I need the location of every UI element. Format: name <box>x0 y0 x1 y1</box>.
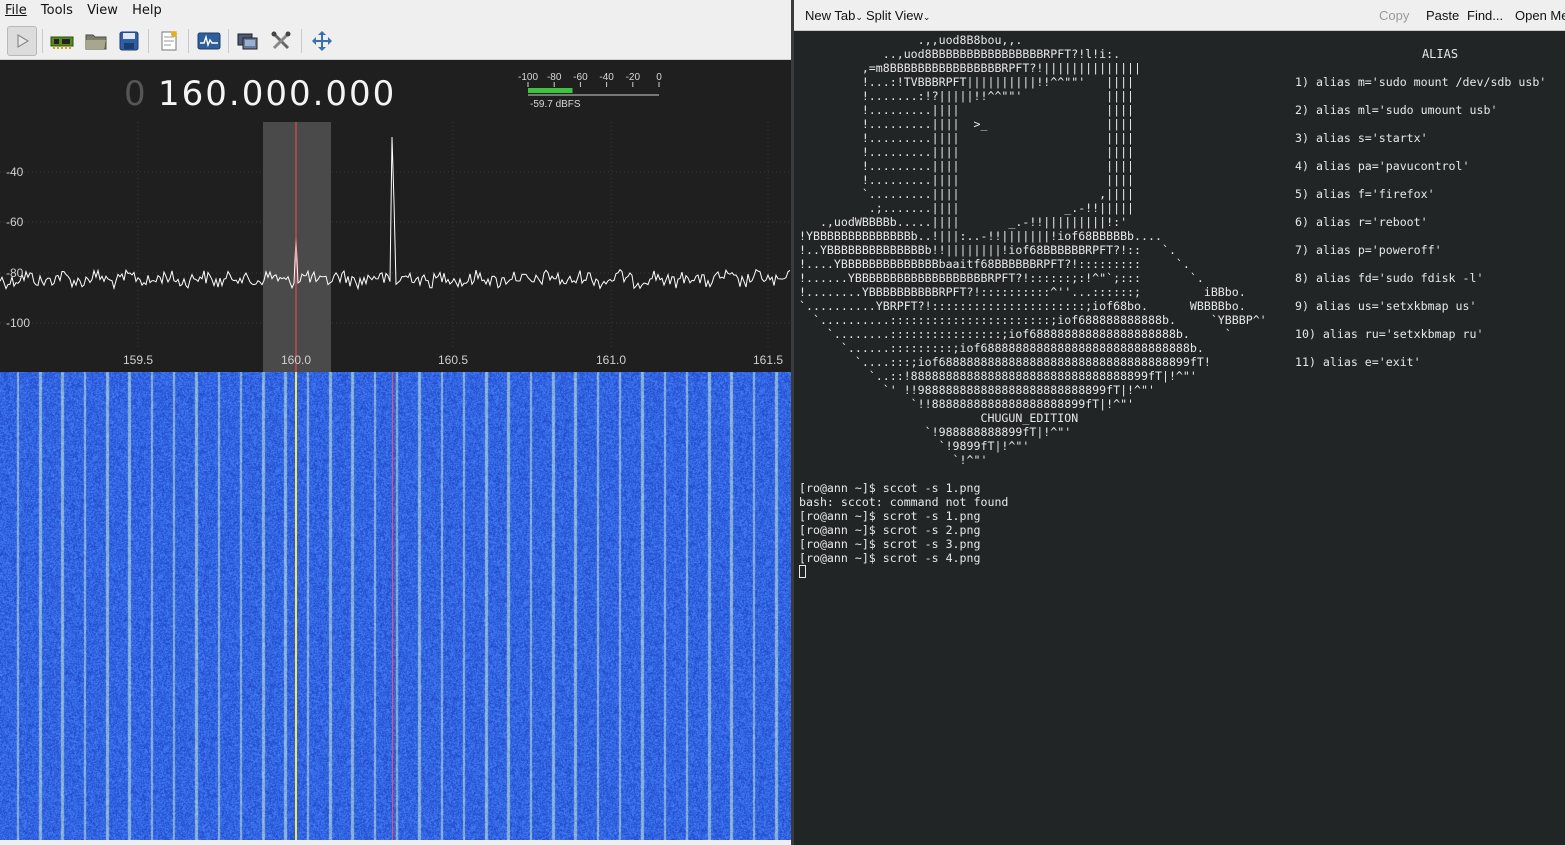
y-tick-label: -60 <box>6 215 24 229</box>
terminal-cursor[interactable] <box>799 565 806 578</box>
x-tick-label: 161.0 <box>596 353 626 367</box>
shell-line: [ro@ann ~]$ scrot -s 2.png <box>799 523 981 537</box>
shell-session[interactable]: [ro@ann ~]$ sccot -s 1.png bash: sccot: … <box>799 481 1008 579</box>
waterfall-marker-line <box>392 372 393 840</box>
paste-button[interactable]: Paste <box>1426 8 1459 23</box>
menu-tools[interactable]: Tools <box>36 0 78 22</box>
y-tick-label: -100 <box>6 316 30 330</box>
x-tick-label: 159.5 <box>123 353 153 367</box>
alias-item: 6) alias r='reboot' <box>1295 215 1428 229</box>
meter-tick-label: -80 <box>547 72 562 83</box>
network-icon[interactable] <box>233 26 263 56</box>
shell-line: bash: sccot: command not found <box>799 495 1009 509</box>
waterfall-display[interactable] <box>0 372 791 840</box>
toolbar <box>0 22 791 60</box>
ascii-art-logo: .,,uod8B8bou,,. ..,uod8BBBBBBBBBBBBBBBBR… <box>799 33 1267 467</box>
filter-passband[interactable] <box>263 122 331 372</box>
split-view-label: Split View <box>866 8 923 23</box>
y-tick-label: -40 <box>6 165 24 179</box>
meter-readout: -59.7 dBFS <box>530 99 581 110</box>
terminal-window: New Tab⌄ Split View⌄ Copy Paste Find... … <box>791 0 1565 845</box>
alias-item: 8) alias fd='sudo fdisk -l' <box>1295 271 1484 285</box>
meter-level-bar <box>528 88 573 93</box>
split-view-button[interactable]: Split View⌄ <box>866 8 930 23</box>
shell-line: [ro@ann ~]$ scrot -s 3.png <box>799 537 981 551</box>
alias-list: ALIAS 1) alias m='sudo mount /dev/sdb us… <box>1295 47 1565 383</box>
meter-tick-label: 0 <box>656 72 662 83</box>
y-tick-label: -80 <box>6 266 24 280</box>
x-tick-label: 160.0 <box>281 353 311 367</box>
copy-button[interactable]: Copy <box>1379 8 1409 23</box>
terminal-output[interactable]: .,,uod8B8bou,,. ..,uod8BBBBBBBBBBBBBBBBR… <box>799 33 1564 845</box>
x-tick-label: 161.5 <box>753 353 783 367</box>
alias-title: ALIAS <box>1421 47 1459 61</box>
terminal-toolbar: New Tab⌄ Split View⌄ Copy Paste Find... … <box>794 0 1565 31</box>
alias-item: 9) alias us='setxkbmap us' <box>1295 299 1477 313</box>
alias-item: 1) alias m='sudo mount /dev/sdb usb' <box>1295 75 1547 89</box>
find-button[interactable]: Find... <box>1467 8 1503 23</box>
folder-open-icon[interactable] <box>81 26 111 56</box>
alias-item: 7) alias p='poweroff' <box>1295 243 1442 257</box>
save-icon[interactable] <box>114 26 144 56</box>
alias-item: 5) alias f='firefox' <box>1295 187 1435 201</box>
menu-file[interactable]: File <box>0 0 32 22</box>
new-tab-label: New Tab <box>805 8 856 23</box>
tools-icon[interactable] <box>266 26 296 56</box>
alias-item: 2) alias ml='sudo umount usb' <box>1295 103 1498 117</box>
alias-item: 11) alias e='exit' <box>1295 355 1421 369</box>
shell-line: [ro@ann ~]$ sccot -s 1.png <box>799 481 981 495</box>
signal-meter: -100 -80 -60 -40 -20 0 -59.7 dBFS <box>514 70 664 114</box>
sdr-window: File Tools View Help 0 160.000.000 -100 … <box>0 0 791 845</box>
play-icon[interactable] <box>7 26 37 56</box>
meter-tick-label: -100 <box>518 72 538 83</box>
meter-tick-label: -60 <box>573 72 588 83</box>
frequency-display: 0 160.000.000 -100 -80 -60 -40 -20 0 -59.7 dB… <box>0 60 791 122</box>
meter-tick-label: -40 <box>599 72 614 83</box>
waterfall-center-line <box>295 372 297 840</box>
new-tab-button[interactable]: New Tab⌄ <box>805 8 863 23</box>
alias-item: 4) alias pa='pavucontrol' <box>1295 159 1470 173</box>
x-tick-label: 160.5 <box>438 353 468 367</box>
hardware-icon[interactable] <box>47 26 77 56</box>
alias-item: 10) alias ru='setxkbmap ru' <box>1295 327 1484 341</box>
alias-item: 3) alias s='startx' <box>1295 131 1428 145</box>
menu-bar: File Tools View Help <box>0 0 791 22</box>
open-menu-button[interactable]: Open Me <box>1515 8 1565 23</box>
fullscreen-icon[interactable] <box>307 26 337 56</box>
menu-help[interactable]: Help <box>127 0 167 22</box>
shell-line: [ro@ann ~]$ scrot -s 4.png <box>799 551 981 565</box>
frequency-readout[interactable]: 160.000.000 <box>158 74 396 114</box>
meter-ticks: -100 -80 -60 -40 -20 0 <box>518 72 662 87</box>
spectrum-plot[interactable]: -40 -60 -80 -100 159.5 160.0 160.5 161.0 161.5 <box>0 122 791 372</box>
bookmark-icon[interactable] <box>154 26 184 56</box>
spectrum-trace <box>0 136 791 291</box>
meter-tick-label: -20 <box>626 72 641 83</box>
shell-line: [ro@ann ~]$ scrot -s 1.png <box>799 509 981 523</box>
frequency-leading-digit[interactable]: 0 <box>124 74 148 114</box>
menu-view[interactable]: View <box>82 0 123 22</box>
spectrum-icon[interactable] <box>194 26 224 56</box>
